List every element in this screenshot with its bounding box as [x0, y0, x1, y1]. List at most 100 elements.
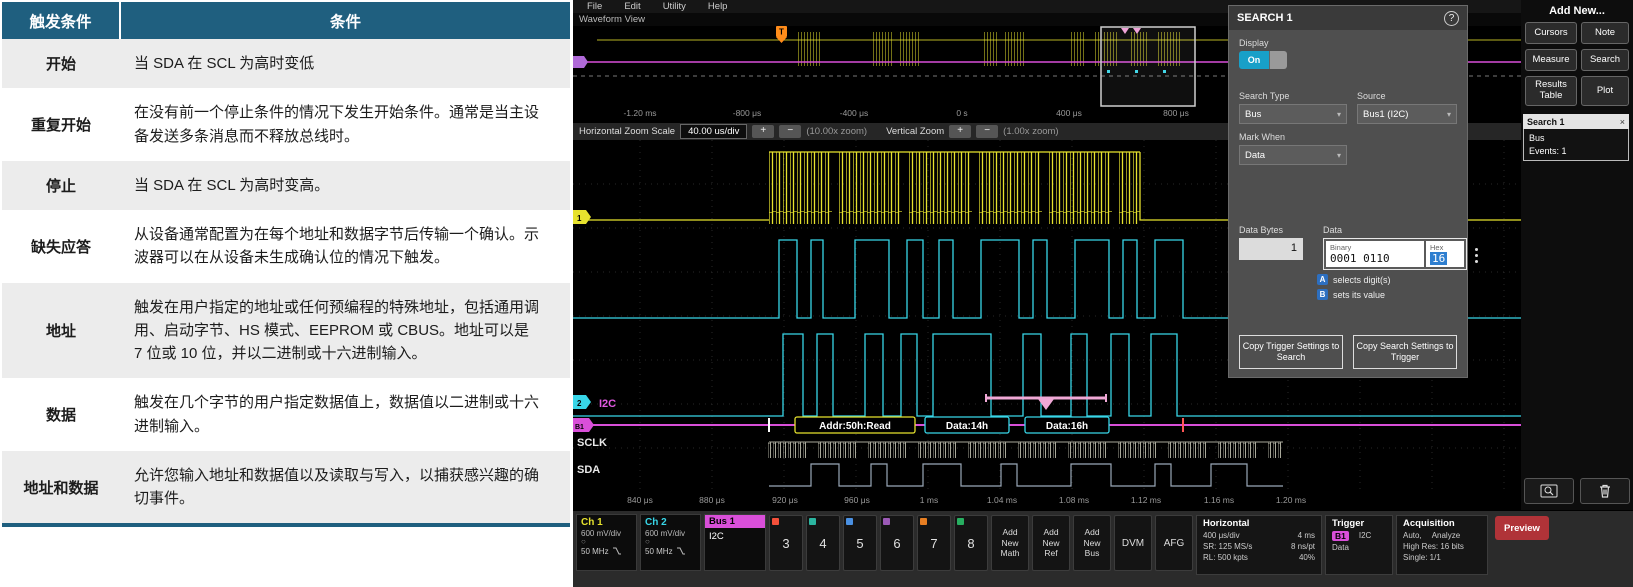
- ch1-tag: 1: [577, 214, 582, 223]
- search-type-select[interactable]: Bus ▾: [1239, 104, 1347, 124]
- source-select[interactable]: Bus1 (I2C) ▾: [1357, 104, 1457, 124]
- close-icon[interactable]: ×: [1620, 117, 1625, 127]
- search-1-title: Search 1: [1527, 117, 1565, 127]
- time-axis-label: 840 μs: [627, 495, 653, 505]
- row-desc: 允许您输入地址和数据值以及读取与写入，以捕获感兴趣的确切事件。: [120, 451, 570, 526]
- add-measure-button[interactable]: Measure: [1525, 49, 1577, 71]
- row-desc: 触发在用户指定的地址或任何预编程的特殊地址，包括通用调用、启动字节、HS 模式、…: [120, 283, 570, 379]
- search-panel-title-bar[interactable]: SEARCH 1 ?: [1229, 6, 1467, 30]
- afg-button[interactable]: AFG: [1155, 515, 1193, 571]
- overview-time-label: -1.20 ms: [623, 108, 656, 118]
- time-axis-labels: 840 μs 880 μs 920 μs 960 μs 1 ms 1.04 ms…: [573, 495, 1521, 510]
- search-panel-title: SEARCH 1: [1237, 12, 1293, 24]
- bottom-settings-bar: Ch 1 600 mV/div ○ 50 MHz Ch 2 600 mV/div…: [573, 510, 1633, 587]
- add-note-button[interactable]: Note: [1581, 22, 1629, 44]
- help-icon[interactable]: ?: [1444, 11, 1459, 26]
- horizontal-duration: 4 ms: [1298, 531, 1315, 540]
- row-label: 停止: [2, 161, 120, 210]
- channel-8-button[interactable]: 8: [954, 515, 988, 571]
- source-value: Bus1 (I2C): [1363, 109, 1408, 120]
- channel-4-button[interactable]: 4: [806, 515, 840, 571]
- search-1-badge-header[interactable]: Search 1 ×: [1523, 114, 1629, 129]
- ch2-tag: 2: [577, 399, 582, 408]
- binary-label: Binary: [1330, 243, 1420, 252]
- search-1-badge[interactable]: Search 1 × Bus Events: 1: [1523, 114, 1629, 161]
- sample-interval: 8 ns/pt: [1291, 542, 1315, 551]
- binary-value: 0001 0110: [1330, 252, 1420, 265]
- display-label: Display: [1239, 38, 1467, 48]
- mark-when-label: Mark When: [1239, 132, 1467, 142]
- bus-1-badge[interactable]: Bus 1 I2C: [704, 514, 766, 571]
- time-axis-label: 1.20 ms: [1276, 495, 1306, 505]
- preview-button[interactable]: Preview: [1495, 516, 1549, 540]
- bus-i2c-label: I2C: [599, 398, 616, 410]
- channel-6-button[interactable]: 6: [880, 515, 914, 571]
- add-cursors-button[interactable]: Cursors: [1525, 22, 1577, 44]
- channel-7-button[interactable]: 7: [917, 515, 951, 571]
- row-desc: 当 SDA 在 SCL 为高时变低: [120, 39, 570, 88]
- panel-drag-handle[interactable]: [1472, 245, 1480, 266]
- add-new-bus-button[interactable]: Add New Bus: [1073, 515, 1111, 571]
- channel-6-color-chip: [883, 518, 890, 525]
- add-search-button[interactable]: Search: [1581, 49, 1629, 71]
- horizontal-zoom-value[interactable]: 40.00 us/div: [680, 124, 747, 139]
- display-toggle[interactable]: On: [1239, 51, 1287, 69]
- vertical-zoom-in-button[interactable]: +: [949, 125, 971, 138]
- right-sidebar: Add New... Cursors Note Measure Search R…: [1521, 0, 1633, 510]
- trigger-source-badge: B1: [1332, 531, 1349, 541]
- add-new-math-button[interactable]: Add New Math: [991, 515, 1029, 571]
- data-label: Data: [1323, 225, 1467, 235]
- acquisition-analyze: Analyze: [1432, 531, 1460, 540]
- add-plot-button[interactable]: Plot: [1581, 76, 1629, 106]
- hex-value-selected: 16: [1430, 252, 1447, 265]
- add-new-ref-button[interactable]: Add New Ref: [1032, 515, 1070, 571]
- channel-8-label: 8: [967, 536, 974, 551]
- data-bytes-input[interactable]: 1: [1239, 238, 1303, 260]
- hex-field[interactable]: Hex 16: [1426, 241, 1464, 267]
- zoom-in-button[interactable]: +: [752, 125, 774, 138]
- chevron-down-icon: ▾: [1337, 110, 1341, 119]
- channel-7-color-chip: [920, 518, 927, 525]
- binary-field[interactable]: Binary 0001 0110: [1326, 241, 1424, 267]
- zoom-to-event-button[interactable]: [1524, 478, 1574, 504]
- acquisition-settings-panel[interactable]: Acquisition Auto, Analyze High Res: 16 b…: [1396, 515, 1488, 575]
- delete-button[interactable]: [1580, 478, 1630, 504]
- knob-a-hint: selects digit(s): [1333, 275, 1391, 285]
- channel-3-button[interactable]: 3: [769, 515, 803, 571]
- trigger-bus-type: I2C: [1359, 531, 1371, 541]
- add-results-table-button[interactable]: Results Table: [1525, 76, 1577, 106]
- search-1-badge-body: Bus Events: 1: [1523, 129, 1629, 161]
- trigger-title: Trigger: [1332, 518, 1386, 529]
- channel-2-name: Ch 2: [645, 517, 696, 528]
- channel-4-color-chip: [809, 518, 816, 525]
- trigger-mode: Data: [1332, 543, 1349, 552]
- channel-5-color-chip: [846, 518, 853, 525]
- dvm-button[interactable]: DVM: [1114, 515, 1152, 571]
- channel-tags: 1 2 B1: [573, 210, 594, 432]
- menu-file[interactable]: File: [577, 1, 612, 12]
- mark-when-select[interactable]: Data ▾: [1239, 145, 1347, 165]
- zoom-out-button[interactable]: −: [779, 125, 801, 138]
- knob-a-icon: A: [1317, 274, 1328, 285]
- zoom-selection-box[interactable]: [1101, 27, 1195, 106]
- channel-5-button[interactable]: 5: [843, 515, 877, 571]
- channel-3-color-chip: [772, 518, 779, 525]
- table-row: 地址 触发在用户指定的地址或任何预编程的特殊地址，包括通用调用、启动字节、HS …: [2, 283, 570, 379]
- search-config-panel: SEARCH 1 ? Display On Search Type Bus ▾ …: [1228, 5, 1468, 378]
- menu-utility[interactable]: Utility: [653, 1, 696, 12]
- trigger-settings-panel[interactable]: Trigger B1 I2C Data: [1325, 515, 1393, 575]
- menu-edit[interactable]: Edit: [614, 1, 650, 12]
- time-axis-label: 1.16 ms: [1204, 495, 1234, 505]
- copy-search-to-trigger-button[interactable]: Copy Search Settings to Trigger: [1353, 335, 1457, 369]
- search-1-events: Events: 1: [1529, 145, 1623, 158]
- acquisition-mode: Auto,: [1403, 531, 1422, 540]
- vertical-zoom-out-button[interactable]: −: [976, 125, 998, 138]
- channel-4-label: 4: [819, 536, 826, 551]
- menu-help[interactable]: Help: [698, 1, 738, 12]
- bus-decode-track: Addr:50h:Read Data:14h Data:16h: [573, 417, 1521, 433]
- channel-1-badge[interactable]: Ch 1 600 mV/div ○ 50 MHz: [576, 514, 637, 571]
- horizontal-settings-panel[interactable]: Horizontal 400 μs/div 4 ms SR: 125 MS/s …: [1196, 515, 1322, 575]
- channel-2-badge[interactable]: Ch 2 600 mV/div ○ 50 MHz: [640, 514, 701, 571]
- channel-5-label: 5: [856, 536, 863, 551]
- copy-trigger-to-search-button[interactable]: Copy Trigger Settings to Search: [1239, 335, 1343, 369]
